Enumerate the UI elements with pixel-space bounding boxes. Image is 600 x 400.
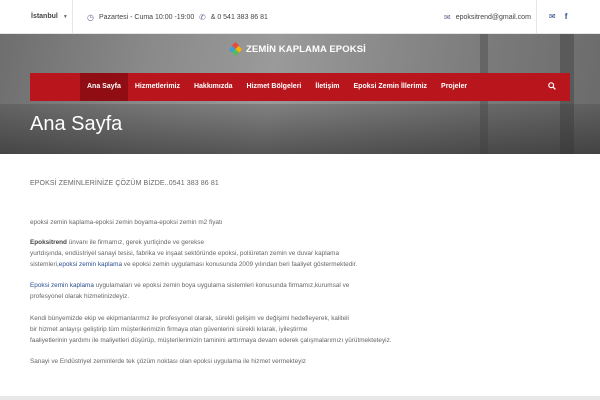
paragraph-text: ve epoksi zemin uygulaması konusunda 200…	[122, 261, 358, 268]
phone-number[interactable]: ✆ & 0 541 383 86 81	[199, 13, 268, 22]
working-hours: ◷ Pazartesi - Cuma 10:00 -19:00	[87, 13, 194, 22]
brand-name: Epoksitrend	[30, 239, 67, 246]
phone-text: & 0 541 383 86 81	[210, 14, 268, 21]
city-label: İstanbul	[31, 13, 58, 20]
tags-text: epoksi zemin kaplama-epoksi zemin boyama…	[30, 219, 223, 226]
paragraph-text: sistemleri,	[30, 261, 59, 268]
page-bottom-divider	[0, 396, 600, 400]
phone-icon: ✆	[199, 13, 206, 22]
clock-icon: ◷	[87, 13, 94, 22]
nav-item-hizmetlerimiz[interactable]: Hizmetlerimiz	[128, 73, 187, 101]
nav-item-hakkimizda[interactable]: Hakkımızda	[187, 73, 240, 101]
site-logo[interactable]: ZEMİN KAPLAMA EPOKSİ	[228, 41, 366, 57]
hours-text: Pazartesi - Cuma 10:00 -19:00	[98, 14, 195, 21]
nav-item-epoksi-zemin-illerimiz[interactable]: Epoksi Zemin İllerimiz	[347, 73, 435, 101]
chevron-down-icon: ▼	[62, 13, 68, 20]
paragraph-text: uygulamaları ve epoksi zemin boya uygula…	[93, 282, 350, 289]
paragraph-line: yurtdışında, endüstriyel sanayi tesisi, …	[30, 250, 340, 257]
divider	[72, 0, 73, 34]
paragraph-line: Kendi bünyemizde ekip ve ekipmanlarımız …	[30, 315, 349, 322]
paragraph-line: Epoksitrend ünvanı ile firmamız, gerek y…	[30, 237, 204, 248]
envelope-icon[interactable]: ✉	[549, 12, 556, 21]
paragraph-text: ünvanı ile firmamız, gerek yurtiçinde ve…	[66, 239, 205, 246]
search-icon[interactable]	[548, 82, 556, 92]
paragraph-line: Sanayi ve Endüstriyel zeminlerde tek çöz…	[30, 358, 306, 365]
nav-item-ana-sayfa[interactable]: Ana Sayfa	[80, 73, 128, 101]
mail-icon: ✉	[444, 13, 451, 22]
nav-item-hizmet-bolgeleri[interactable]: Hizmet Bölgeleri	[240, 73, 309, 101]
epoksi-zemin-kaplama-link[interactable]: epoksi zemin kaplama	[59, 261, 122, 268]
main-navigation: Ana Sayfa Hizmetlerimiz Hakkımızda Hizme…	[30, 73, 570, 101]
paragraph-line: bir hizmet anlayışı geliştirip tüm müşte…	[30, 326, 308, 333]
facebook-icon[interactable]: f	[565, 12, 568, 21]
divider	[536, 0, 537, 34]
city-selector[interactable]: İstanbul ▼	[31, 13, 68, 20]
logo-icon	[228, 41, 243, 57]
nav-item-iletisim[interactable]: İletişim	[308, 73, 346, 101]
paragraph-line: faaliyetlerinin yardımı ile maliyetleri …	[30, 337, 392, 344]
page-title: Ana Sayfa	[30, 113, 123, 135]
social-links: ✉ f	[549, 12, 567, 21]
paragraph-line: profesyonel olarak hizmetinizdeyiz.	[30, 293, 130, 300]
nav-item-projeler[interactable]: Projeler	[434, 73, 474, 101]
lead-text: EPOKSİ ZEMİNLERİNİZE ÇÖZÜM BİZDE..0541 3…	[30, 180, 219, 187]
logo-text: ZEMİN KAPLAMA EPOKSİ	[246, 43, 366, 55]
paragraph-line: sistemleri,epoksi zemin kaplama ve epoks…	[30, 259, 357, 270]
top-bar: İstanbul ▼ ◷ Pazartesi - Cuma 10:00 -19:…	[0, 0, 600, 34]
email-text: epoksitrend@gmail.com	[455, 14, 531, 21]
email-link[interactable]: ✉ epoksitrend@gmail.com	[444, 13, 531, 22]
paragraph-line: Epoksi zemin kaplama uygulamaları ve epo…	[30, 280, 349, 291]
epoksi-zemin-kaplama-link-2[interactable]: Epoksi zemin kaplama	[30, 282, 94, 289]
hero-banner: ZEMİN KAPLAMA EPOKSİ Ana Sayfa Hizmetler…	[0, 34, 600, 154]
